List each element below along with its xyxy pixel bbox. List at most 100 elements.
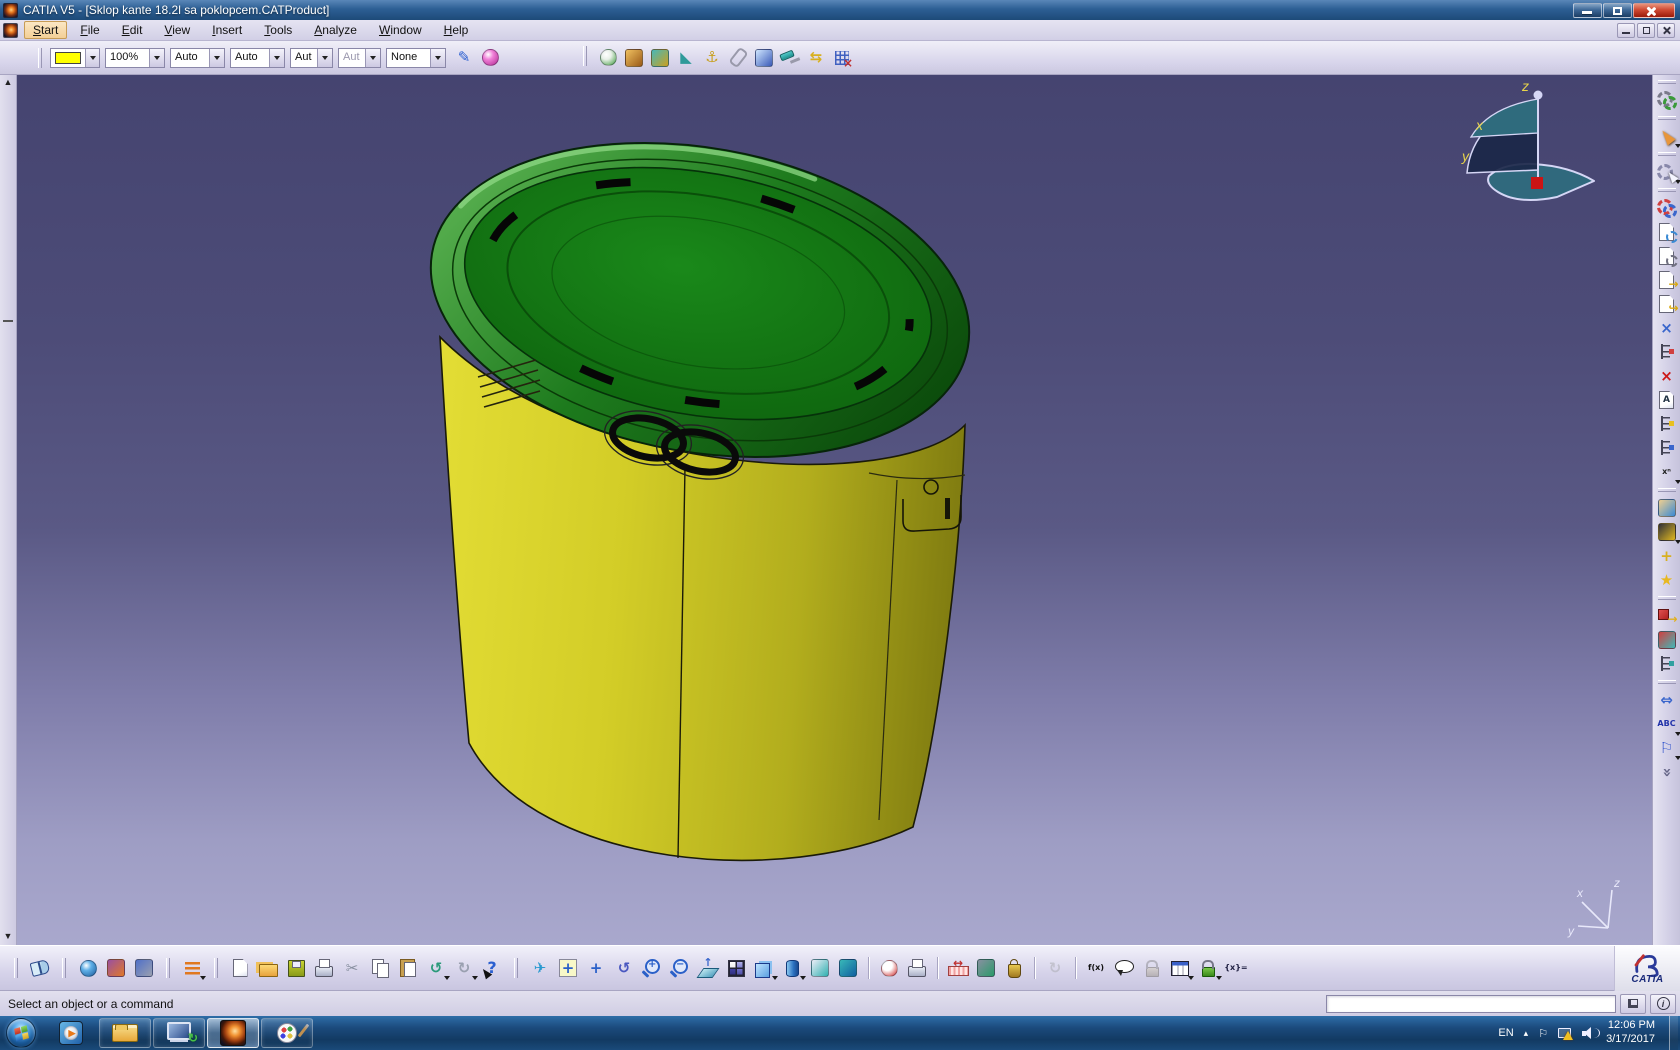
swap-arrows-icon[interactable]: ⇆ [804,46,828,70]
print-icon[interactable] [312,956,336,980]
point-symbol-combo[interactable]: Aut [290,48,333,68]
accelerator-icon[interactable] [877,956,901,980]
taskbar-explorer[interactable] [99,1018,151,1048]
compass[interactable]: z x y [1461,78,1594,200]
tree-gear-icon[interactable] [1655,436,1679,460]
scroll-up-icon[interactable]: ▲ [4,77,13,87]
design-table-icon[interactable] [1168,956,1192,980]
menu-help[interactable]: Help [435,21,478,39]
zoom-in-icon[interactable]: + [640,956,664,980]
paperclip-icon[interactable] [726,46,750,70]
explode-box-icon[interactable]: → [1655,604,1679,628]
taskbar-catia[interactable] [207,1018,259,1048]
close-button[interactable] [1633,3,1675,18]
lock-small-icon[interactable] [1140,956,1164,980]
menu-analyze[interactable]: Analyze [305,21,366,39]
catalog-book-icon[interactable] [28,956,52,980]
menu-tools[interactable]: Tools [255,21,301,39]
toolbar-grip[interactable] [1658,188,1676,192]
compass-origin[interactable] [1531,177,1543,189]
3d-viewport[interactable]: z x y z x y [17,75,1652,945]
redo-icon[interactable]: ↻ [452,956,476,980]
padlock-icon[interactable] [1196,956,1220,980]
new-component-icon[interactable]: ★ [1655,568,1679,592]
more-tools-icon[interactable]: » [1655,760,1679,784]
flag-note-icon[interactable]: ⚐ [1655,736,1679,760]
info-button[interactable]: i [1650,994,1676,1014]
line-weight-combo[interactable]: Auto [230,48,285,68]
tree-window-icon[interactable] [1655,412,1679,436]
pan-icon[interactable]: + [584,956,608,980]
chevron-down-icon[interactable] [430,49,445,67]
scrollbar-thumb[interactable] [3,320,13,322]
component-constraint-icon[interactable]: × [1655,316,1679,340]
taskbar-wmp[interactable]: ▶ [45,1018,97,1048]
tree-reorder-icon[interactable] [1655,340,1679,364]
graphic-opacity-combo[interactable]: 100% [105,48,165,68]
tree-back-icon[interactable] [1655,652,1679,676]
update-icon[interactable]: ↻ [1043,956,1067,980]
toolbar-grip[interactable] [1658,596,1676,600]
line-type-combo[interactable]: Auto [170,48,225,68]
minimize-button[interactable] [1573,3,1602,18]
restore-button[interactable] [1603,3,1632,18]
catalog-box-icon[interactable] [622,46,646,70]
copy-icon[interactable] [368,956,392,980]
hide-show-icon[interactable] [808,956,832,980]
doc-gear-dark-icon[interactable] [1655,244,1679,268]
menu-insert[interactable]: Insert [203,21,251,39]
anchor-icon[interactable]: ⚓ [700,46,724,70]
delete-useless-icon[interactable]: × [1655,364,1679,388]
measure-item-icon[interactable] [974,956,998,980]
material-globe-icon[interactable] [76,956,100,980]
zoom-out-icon[interactable]: − [668,956,692,980]
chevron-down-icon[interactable] [269,49,284,67]
screwdriver-icon[interactable] [778,46,802,70]
comment-icon[interactable] [1112,956,1136,980]
render-icon[interactable] [104,956,128,980]
painter-icon[interactable]: ✎ [452,46,476,70]
fly-mode-icon[interactable]: ✈ [528,956,552,980]
snap-grid-icon[interactable]: × [830,46,854,70]
paste-icon[interactable] [396,956,420,980]
shading-icon[interactable] [780,956,804,980]
chevron-down-icon[interactable] [149,49,164,67]
doc-import-icon[interactable]: ↪ [1655,292,1679,316]
fill-color-combo[interactable] [50,48,100,68]
fit-all-icon[interactable]: + [556,956,580,980]
toolbar-grip[interactable] [166,958,170,978]
menu-file[interactable]: File [71,21,108,39]
whats-this-icon[interactable]: ? [480,956,504,980]
scroll-down-icon[interactable]: ▼ [4,931,13,941]
formula-icon[interactable]: f(x) [1084,956,1108,980]
dialog-toggle-button[interactable] [1620,994,1646,1014]
network-warning-icon[interactable] [1558,1027,1572,1039]
render-symbol-combo[interactable]: Aut [338,48,381,68]
doc-export-icon[interactable]: → [1655,268,1679,292]
taskbar-remote-desktop[interactable]: ↻ [153,1018,205,1048]
toolbar-grip[interactable] [1658,488,1676,492]
generate-numbering-icon[interactable]: A [1655,388,1679,412]
volume-icon[interactable] [1582,1027,1596,1039]
multi-instantiation-icon[interactable]: xⁿ [1655,460,1679,484]
mdi-close-button[interactable] [1657,23,1675,38]
wizard-icon[interactable] [478,46,502,70]
menu-window[interactable]: Window [370,21,431,39]
power-input[interactable] [1326,995,1616,1013]
bucket-model[interactable] [406,103,995,860]
toolbar-grip[interactable] [1658,152,1676,156]
mdi-restore-button[interactable] [1637,23,1655,38]
normal-view-icon[interactable]: ↑ [696,956,720,980]
chevron-down-icon[interactable] [317,49,332,67]
select-arrow-icon[interactable] [1655,124,1679,148]
toolbar-grip[interactable] [583,46,587,66]
rotate-icon[interactable]: ↺ [612,956,636,980]
knowledge-arrows-icon[interactable] [180,956,204,980]
chevron-down-icon[interactable] [365,49,380,67]
chevron-down-icon[interactable] [209,49,224,67]
ink-gear-icon[interactable] [1655,520,1679,544]
save-icon[interactable] [284,956,308,980]
measure-between-icon[interactable]: ◣ [674,46,698,70]
menu-view[interactable]: View [155,21,199,39]
toolbar-grip[interactable] [214,958,218,978]
